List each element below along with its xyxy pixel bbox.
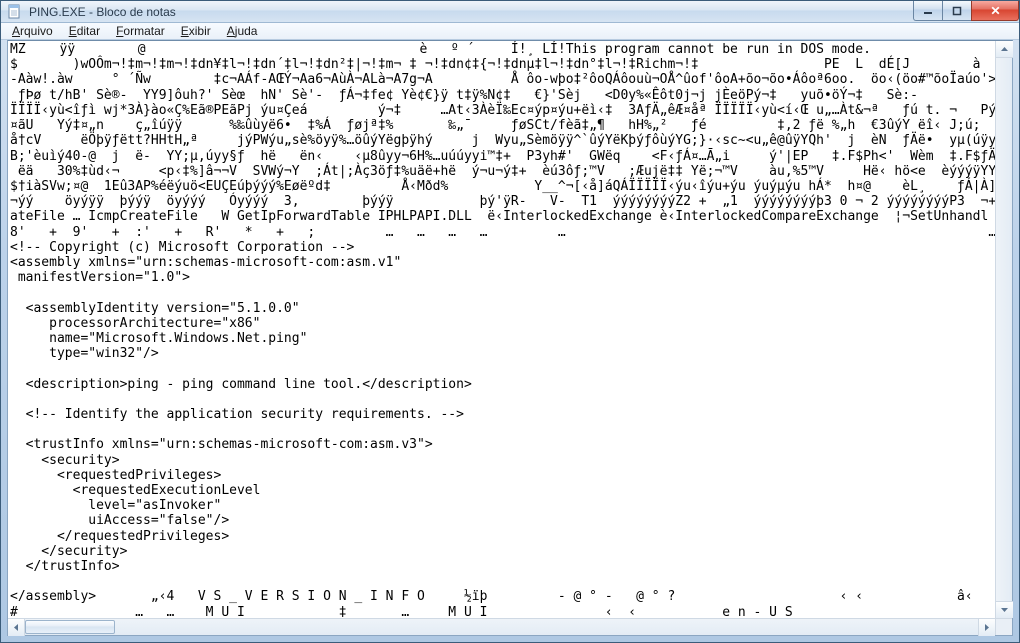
scroll-corner (995, 618, 1012, 635)
window-controls (914, 1, 1019, 21)
menu-edit[interactable]: Editar (62, 23, 107, 39)
notepad-app-icon (7, 4, 23, 20)
minimize-button[interactable] (913, 1, 943, 21)
scroll-left-button[interactable] (8, 619, 25, 636)
close-button[interactable] (971, 1, 1019, 21)
scroll-right-button[interactable] (978, 619, 995, 636)
maximize-button[interactable] (942, 1, 972, 21)
scroll-up-button[interactable] (996, 41, 1013, 58)
vertical-scroll-track[interactable] (996, 58, 1012, 601)
client-area: MZ ÿÿ @ è º ´ Í!¸ LÍ!This program canno… (7, 40, 1013, 636)
menu-view[interactable]: Exibir (174, 23, 218, 39)
horizontal-scroll-thumb[interactable] (25, 620, 115, 634)
window-title: PING.EXE - Bloco de notas (29, 5, 176, 19)
horizontal-scrollbar[interactable] (8, 618, 995, 635)
menu-file[interactable]: Arquivo (5, 23, 60, 39)
titlebar[interactable]: PING.EXE - Bloco de notas (1, 1, 1019, 23)
horizontal-scroll-track[interactable] (25, 619, 978, 635)
vertical-scrollbar[interactable] (995, 41, 1012, 618)
scroll-down-button[interactable] (996, 601, 1013, 618)
menu-format[interactable]: Formatar (109, 23, 172, 39)
menu-help[interactable]: Ajuda (220, 23, 265, 39)
notepad-window: PING.EXE - Bloco de notas Arquivo Editar… (0, 0, 1020, 643)
menubar: Arquivo Editar Formatar Exibir Ajuda (1, 23, 1019, 40)
text-editor[interactable]: MZ ÿÿ @ è º ´ Í!¸ LÍ!This program canno… (8, 41, 1012, 635)
